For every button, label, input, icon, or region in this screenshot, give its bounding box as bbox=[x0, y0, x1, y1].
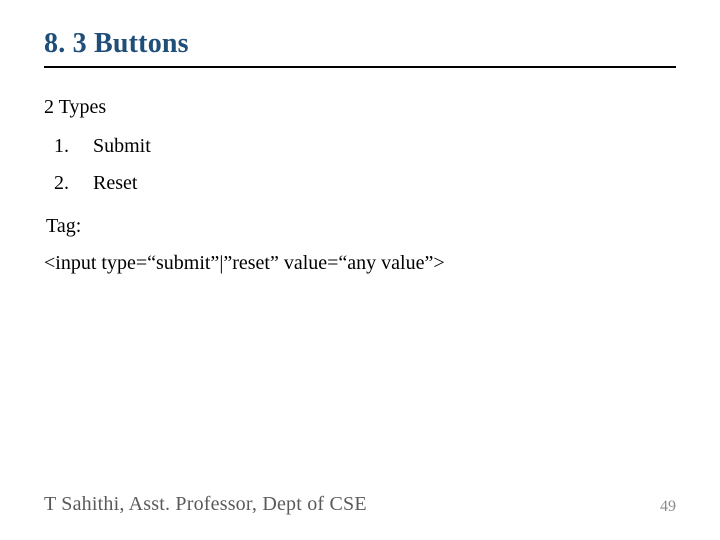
footer: T Sahithi, Asst. Professor, Dept of CSE … bbox=[0, 493, 720, 516]
subtitle-types: 2 Types bbox=[44, 96, 676, 119]
ordered-list: 1. Submit 2. Reset bbox=[44, 135, 676, 195]
page-number: 49 bbox=[660, 498, 676, 516]
list-number: 1. bbox=[54, 135, 80, 158]
list-item: 2. Reset bbox=[54, 172, 676, 195]
author-line: T Sahithi, Asst. Professor, Dept of CSE bbox=[44, 493, 367, 516]
list-item: 1. Submit bbox=[54, 135, 676, 158]
tag-label: Tag: bbox=[46, 215, 676, 238]
code-snippet: <input type=“submit”|”reset” value=“any … bbox=[44, 252, 676, 275]
section-heading: 8. 3 Buttons bbox=[44, 28, 676, 68]
slide: 8. 3 Buttons 2 Types 1. Submit 2. Reset … bbox=[0, 0, 720, 540]
list-number: 2. bbox=[54, 172, 80, 195]
list-text: Submit bbox=[85, 135, 151, 158]
author-text: T Sahithi, Asst. Professor, Dept of CSE bbox=[44, 493, 367, 515]
list-text: Reset bbox=[85, 172, 137, 195]
